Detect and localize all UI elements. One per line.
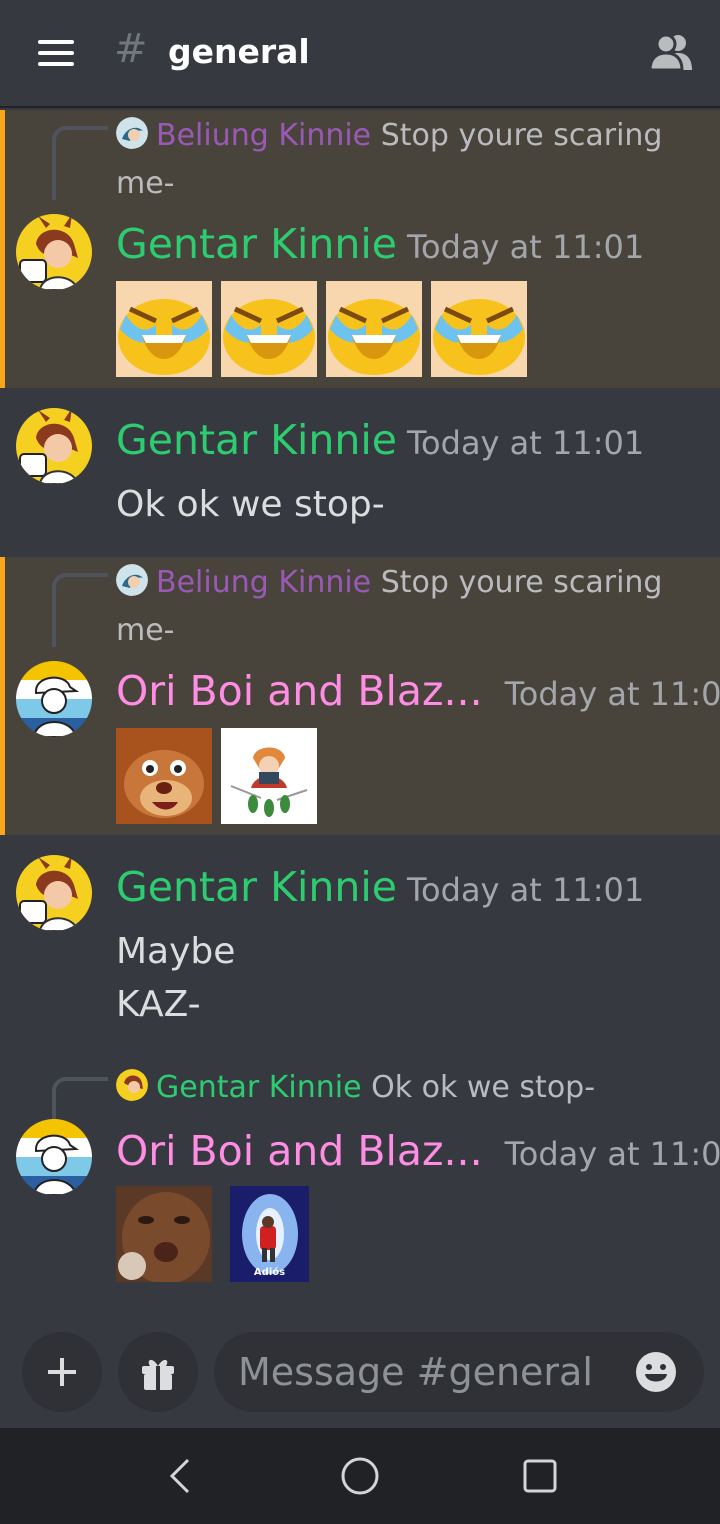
cartoon-character-image[interactable] (221, 728, 317, 824)
message-header: Ori Boi and Blaz... Today at 11:01 (116, 667, 720, 715)
reply-author[interactable]: Gentar Kinnie (156, 1070, 362, 1105)
cartoon-mouse-image[interactable] (116, 728, 212, 824)
gift-icon (142, 1359, 174, 1390)
message-header: Gentar Kinnie Today at 11:01 (116, 863, 644, 911)
beliung-avatar-icon (116, 564, 148, 596)
system-nav-bar (0, 1428, 720, 1524)
author-name[interactable]: Gentar Kinnie (116, 220, 397, 268)
laughing-emoji-image[interactable] (221, 281, 317, 377)
reply-author[interactable]: Beliung Kinnie (156, 118, 371, 153)
timestamp: Today at 11:01 (406, 871, 645, 909)
timestamp: Today at 11:01 (406, 228, 645, 266)
recents-icon[interactable] (522, 1458, 558, 1494)
laughing-emoji-image[interactable] (116, 281, 212, 377)
timestamp: Today at 11:01 (504, 1135, 720, 1173)
avatar[interactable] (16, 1119, 92, 1195)
author-name[interactable]: Ori Boi and Blaz... (116, 667, 483, 715)
message-text-line: KAZ- (116, 984, 201, 1025)
avatar[interactable] (16, 214, 92, 290)
channel-header: # general (0, 0, 720, 108)
message-header: Gentar Kinnie Today at 11:01 (116, 416, 644, 464)
reply-connector (52, 126, 108, 200)
reply-text-continued: me- (116, 166, 175, 201)
back-icon[interactable] (168, 1458, 192, 1494)
adios-caption: Adiós (253, 1267, 286, 1278)
message[interactable]: Gentar Kinnie Today at 11:01 Maybe KAZ- (0, 835, 720, 1035)
gift-button[interactable] (118, 1332, 198, 1412)
reply-author[interactable]: Beliung Kinnie (156, 565, 371, 600)
laughing-emoji-image[interactable] (431, 281, 527, 377)
channel-title: general (168, 32, 310, 71)
message-text: Ok ok we stop- (116, 484, 385, 525)
reply-text: Ok ok we stop- (371, 1070, 596, 1105)
reply-preview[interactable]: Beliung Kinnie Stop youre scaring me- (116, 112, 676, 208)
emoji-icon[interactable] (636, 1352, 676, 1392)
face-meme-image[interactable] (116, 1186, 212, 1282)
reply-connector (52, 573, 108, 647)
message-input[interactable]: Message #general (214, 1332, 704, 1412)
reply-text: Stop youre scaring (380, 118, 663, 153)
reply-text-continued: me- (116, 613, 175, 648)
message-header: Ori Boi and Blaz... Today at 11:01 (116, 1127, 720, 1175)
message[interactable]: Beliung Kinnie Stop youre scaring me- Or… (0, 557, 720, 835)
avatar[interactable] (16, 661, 92, 737)
timestamp: Today at 11:01 (504, 675, 720, 713)
avatar[interactable] (16, 855, 92, 931)
plus-icon (48, 1358, 76, 1386)
author-name[interactable]: Gentar Kinnie (116, 416, 397, 464)
members-icon[interactable] (648, 32, 694, 72)
laughing-emoji-image[interactable] (326, 281, 422, 377)
reply-text: Stop youre scaring (380, 565, 663, 600)
menu-icon[interactable] (38, 40, 74, 66)
avatar[interactable] (16, 408, 92, 484)
message[interactable]: Gentar Kinnie Ok ok we stop- Ori Boi and… (0, 1060, 720, 1300)
message[interactable]: Beliung Kinnie Stop youre scaring me- Ge… (0, 110, 720, 388)
author-name[interactable]: Ori Boi and Blaz... (116, 1127, 483, 1175)
beliung-avatar-icon (116, 117, 148, 149)
channel-hash-icon: # (114, 26, 148, 72)
gentar-avatar-icon (116, 1069, 148, 1101)
message-header: Gentar Kinnie Today at 11:01 (116, 220, 644, 268)
reply-preview[interactable]: Gentar Kinnie Ok ok we stop- (116, 1064, 676, 1112)
home-icon[interactable] (340, 1456, 380, 1496)
add-attachment-button[interactable] (22, 1332, 102, 1412)
message-text-line: Maybe (116, 931, 236, 972)
timestamp: Today at 11:01 (406, 424, 645, 462)
reply-connector (52, 1077, 108, 1121)
author-name[interactable]: Gentar Kinnie (116, 863, 397, 911)
message[interactable]: Gentar Kinnie Today at 11:01 Ok ok we sto… (0, 388, 720, 556)
reply-preview[interactable]: Beliung Kinnie Stop youre scaring me- (116, 559, 676, 655)
